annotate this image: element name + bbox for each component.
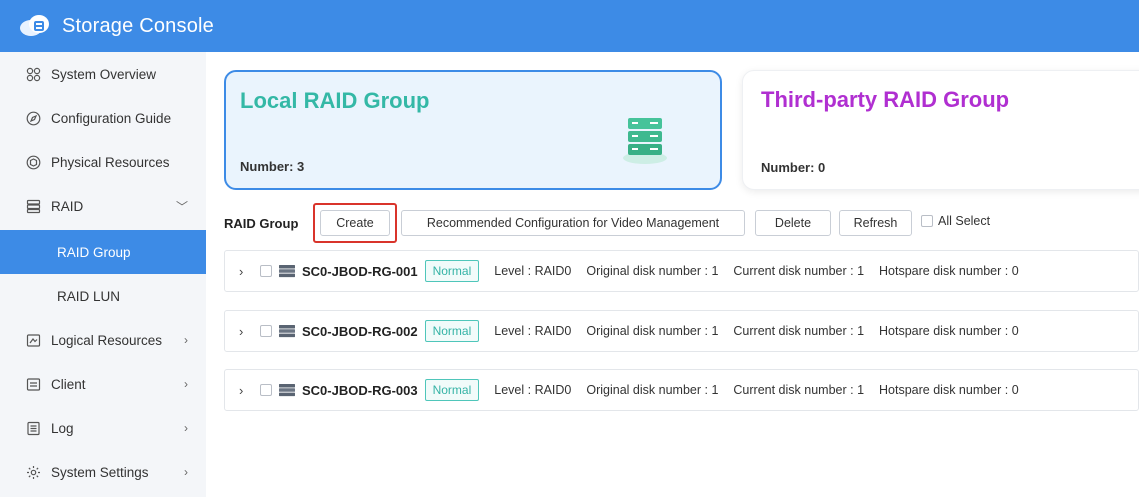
status-badge: Normal bbox=[424, 260, 480, 282]
sidebar-item-raid[interactable]: RAID ﹀ bbox=[0, 184, 206, 228]
sidebar-item-client[interactable]: Client › bbox=[0, 362, 206, 406]
sidebar-item-label: System Settings bbox=[51, 464, 149, 480]
chevron-right-icon: › bbox=[184, 465, 188, 479]
gear-icon bbox=[25, 464, 41, 480]
disk-icon bbox=[279, 325, 295, 338]
status-badge: Normal bbox=[424, 379, 480, 401]
client-icon bbox=[25, 376, 41, 392]
delete-button[interactable]: Delete bbox=[755, 210, 831, 236]
row-checkbox[interactable] bbox=[260, 325, 272, 337]
current-disk-number: Current disk number : 1 bbox=[733, 264, 865, 278]
card-number: Number: 0 bbox=[761, 160, 826, 175]
expand-chevron-icon[interactable]: › bbox=[239, 383, 249, 398]
sidebar-item-label: RAID Group bbox=[57, 244, 131, 260]
row-checkbox[interactable] bbox=[260, 265, 272, 277]
sidebar-item-label: Client bbox=[51, 376, 86, 392]
raid-group-row[interactable]: › SC0-JBOD-RG-002 Normal Level : RAID0 O… bbox=[224, 310, 1139, 352]
sidebar-item-label: Physical Resources bbox=[51, 154, 170, 170]
sidebar-item-logical-resources[interactable]: Logical Resources › bbox=[0, 318, 206, 362]
sidebar-item-label: RAID bbox=[51, 198, 84, 214]
chevron-right-icon: › bbox=[184, 421, 188, 435]
sidebar-item-configuration-guide[interactable]: Configuration Guide bbox=[0, 96, 206, 140]
raid-level: Level : RAID0 bbox=[494, 264, 572, 278]
card-title: Third-party RAID Group bbox=[761, 87, 1010, 112]
main-content: Local RAID Group Number: 3 Third-party R… bbox=[206, 52, 1139, 497]
original-disk-number: Original disk number : 1 bbox=[586, 264, 719, 278]
sidebar: System Overview Configuration Guide Phys… bbox=[0, 52, 206, 497]
raid-group-row[interactable]: › SC0-JBOD-RG-003 Normal Level : RAID0 O… bbox=[224, 369, 1139, 411]
expand-chevron-icon[interactable]: › bbox=[239, 264, 249, 279]
current-disk-number: Current disk number : 1 bbox=[733, 383, 865, 397]
original-disk-number: Original disk number : 1 bbox=[586, 324, 719, 338]
hotspare-disk-number: Hotspare disk number : 0 bbox=[879, 324, 1019, 338]
raid-group-toolbar: RAID Group Create Recommended Configurat… bbox=[224, 203, 1124, 243]
card-title: Local RAID Group bbox=[240, 88, 430, 113]
toolbar-label: RAID Group bbox=[224, 216, 299, 231]
app-title: Storage Console bbox=[62, 14, 214, 37]
local-raid-group-card[interactable]: Local RAID Group Number: 3 bbox=[224, 70, 722, 190]
sidebar-item-label: System Overview bbox=[51, 66, 157, 82]
current-disk-number: Current disk number : 1 bbox=[733, 324, 865, 338]
chevron-right-icon: › bbox=[184, 333, 188, 347]
grid-icon bbox=[25, 66, 41, 82]
sidebar-item-system-overview[interactable]: System Overview bbox=[0, 52, 206, 96]
hotspare-disk-number: Hotspare disk number : 0 bbox=[879, 383, 1019, 397]
log-icon bbox=[25, 420, 41, 436]
expand-chevron-icon[interactable]: › bbox=[239, 324, 249, 339]
compass-icon bbox=[25, 110, 41, 126]
server-stack-icon bbox=[623, 118, 667, 164]
create-button[interactable]: Create bbox=[320, 210, 390, 236]
all-select-checkbox[interactable]: All Select bbox=[921, 214, 990, 228]
recommended-configuration-button[interactable]: Recommended Configuration for Video Mana… bbox=[401, 210, 745, 236]
disk-icon bbox=[279, 265, 295, 278]
raid-level: Level : RAID0 bbox=[494, 383, 572, 397]
raid-level: Level : RAID0 bbox=[494, 324, 572, 338]
sidebar-item-label: Logical Resources bbox=[51, 332, 163, 348]
card-number: Number: 3 bbox=[240, 159, 305, 174]
raid-group-row[interactable]: › SC0-JBOD-RG-001 Normal Level : RAID0 O… bbox=[224, 250, 1139, 292]
sidebar-item-label: Log bbox=[51, 420, 74, 436]
sidebar-item-label: Configuration Guide bbox=[51, 110, 172, 126]
third-party-raid-group-card[interactable]: Third-party RAID Group Number: 0 bbox=[742, 70, 1139, 190]
original-disk-number: Original disk number : 1 bbox=[586, 383, 719, 397]
chevron-right-icon: › bbox=[184, 377, 188, 391]
hotspare-disk-number: Hotspare disk number : 0 bbox=[879, 264, 1019, 278]
status-badge: Normal bbox=[424, 320, 480, 342]
disk-icon bbox=[279, 384, 295, 397]
raid-group-name: SC0-JBOD-RG-002 bbox=[302, 323, 418, 339]
top-bar: Storage Console bbox=[0, 0, 1139, 52]
sidebar-item-raid-lun[interactable]: RAID LUN bbox=[0, 274, 206, 318]
checkbox[interactable] bbox=[921, 215, 933, 227]
raid-group-name: SC0-JBOD-RG-003 bbox=[302, 382, 418, 398]
sidebar-item-log[interactable]: Log › bbox=[0, 406, 206, 450]
logical-icon bbox=[25, 332, 41, 348]
sidebar-item-system-settings[interactable]: System Settings › bbox=[0, 450, 206, 494]
server-icon bbox=[25, 198, 41, 214]
all-select-label: All Select bbox=[938, 214, 991, 228]
cloud-logo-icon bbox=[18, 14, 52, 38]
sidebar-item-raid-group[interactable]: RAID Group bbox=[0, 230, 206, 274]
sidebar-item-label: RAID LUN bbox=[57, 288, 121, 304]
sidebar-item-physical-resources[interactable]: Physical Resources bbox=[0, 140, 206, 184]
raid-group-name: SC0-JBOD-RG-001 bbox=[302, 263, 418, 279]
row-checkbox[interactable] bbox=[260, 384, 272, 396]
box-icon bbox=[25, 154, 41, 170]
refresh-button[interactable]: Refresh bbox=[839, 210, 912, 236]
chevron-down-icon: ﹀ bbox=[175, 199, 188, 214]
